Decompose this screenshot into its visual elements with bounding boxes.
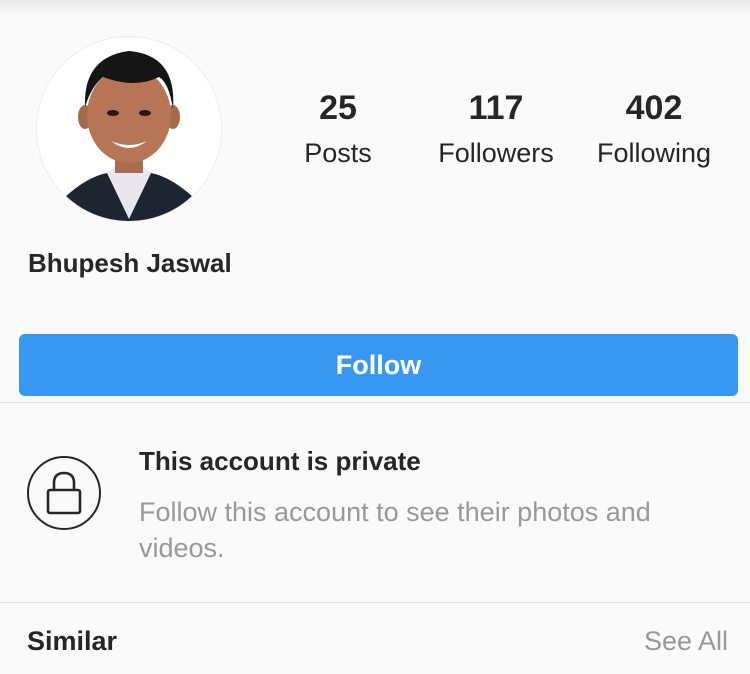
see-all-link[interactable]: See All — [644, 626, 728, 657]
following-count: 402 — [625, 89, 683, 127]
similar-heading: Similar — [27, 626, 118, 656]
posts-stat: 25 Posts — [288, 88, 388, 170]
private-title: This account is private — [139, 446, 421, 476]
following-label: Following — [596, 138, 712, 168]
follow-button[interactable]: Follow — [19, 334, 738, 396]
divider — [0, 602, 750, 603]
private-description: Follow this account to see their photos … — [139, 497, 651, 563]
status-bar-shadow — [0, 0, 750, 14]
profile-photo-icon — [37, 37, 221, 221]
divider — [0, 402, 750, 403]
lock-icon — [27, 456, 101, 530]
profile-name: Bhupesh Jaswal — [28, 248, 232, 278]
avatar[interactable] — [36, 36, 222, 222]
followers-label: Followers — [438, 138, 554, 168]
posts-label: Posts — [304, 138, 372, 168]
posts-count: 25 — [319, 89, 357, 127]
following-stat[interactable]: 402 Following — [584, 88, 724, 170]
followers-stat[interactable]: 117 Followers — [426, 88, 566, 170]
followers-count: 117 — [468, 89, 524, 127]
